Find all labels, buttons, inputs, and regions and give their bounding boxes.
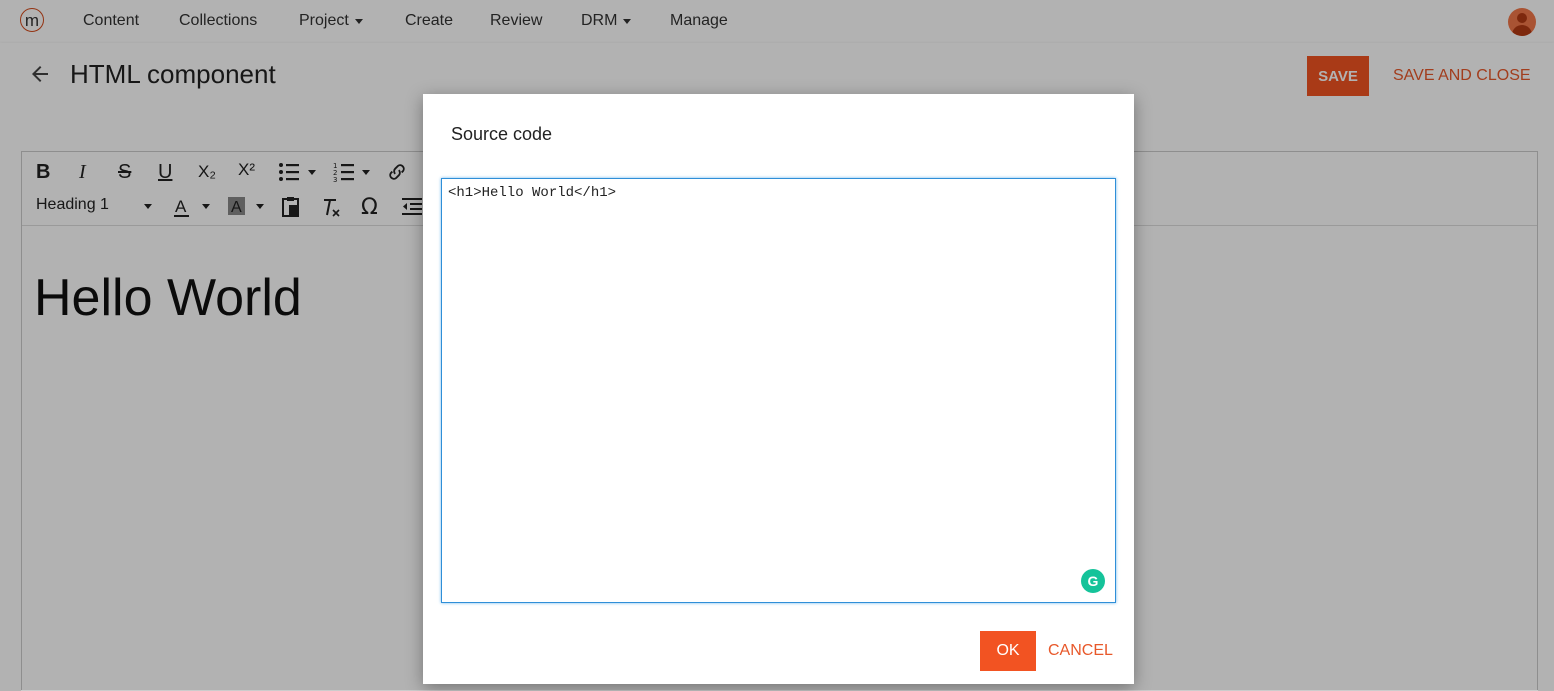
source-code-dialog: Source code G OK CANCEL bbox=[423, 94, 1134, 684]
cancel-button[interactable]: CANCEL bbox=[1048, 642, 1113, 660]
source-code-textarea[interactable] bbox=[441, 178, 1116, 603]
grammarly-icon[interactable]: G bbox=[1081, 569, 1105, 593]
ok-button[interactable]: OK bbox=[980, 631, 1036, 671]
dialog-title: Source code bbox=[451, 124, 553, 144]
grammarly-letter: G bbox=[1087, 573, 1099, 589]
